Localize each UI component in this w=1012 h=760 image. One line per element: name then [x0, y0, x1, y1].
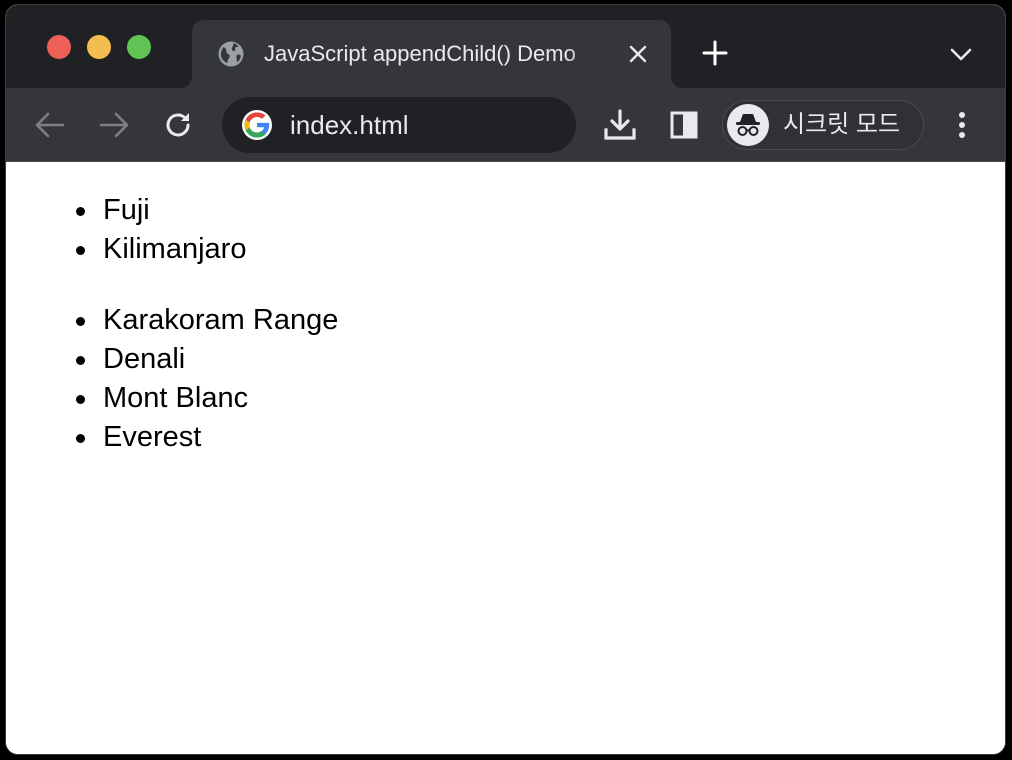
mountain-list-2: Karakoram Range Denali Mont Blanc Everes… — [6, 301, 338, 457]
list-item: Karakoram Range — [6, 301, 338, 340]
side-panel-button[interactable] — [667, 108, 701, 142]
download-button[interactable] — [603, 108, 637, 142]
incognito-label: 시크릿 모드 — [783, 111, 901, 138]
tab-title: JavaScript appendChild() Demo — [264, 41, 576, 66]
download-icon — [604, 109, 636, 140]
forward-button[interactable] — [97, 108, 131, 142]
list-item: Denali — [6, 340, 338, 379]
list-item: Mont Blanc — [6, 379, 338, 418]
window-close-button[interactable] — [47, 35, 71, 59]
list-item: Kilimanjaro — [6, 230, 246, 269]
address-bar[interactable]: index.html — [222, 97, 576, 153]
tab-active[interactable]: JavaScript appendChild() Demo — [180, 20, 683, 88]
arrow-left-icon — [35, 112, 65, 138]
menu-button[interactable] — [945, 108, 979, 142]
list-item: Fuji — [6, 191, 246, 230]
window-maximize-button[interactable] — [127, 35, 151, 59]
incognito-icon — [727, 104, 769, 146]
browser-window: JavaScript appendChild() Demo index.html… — [6, 5, 1005, 754]
close-icon — [629, 45, 647, 63]
tab-strip: JavaScript appendChild() Demo — [6, 5, 1005, 88]
incognito-button[interactable]: 시크릿 모드 — [722, 100, 924, 150]
plus-icon — [702, 40, 728, 66]
google-icon — [242, 110, 272, 140]
mountain-list-1: Fuji Kilimanjaro — [6, 191, 246, 269]
side-panel-icon — [670, 111, 698, 139]
tab-close-button[interactable] — [624, 40, 652, 68]
toolbar: index.html 시크릿 모드 — [6, 88, 1005, 162]
tab-search-button[interactable] — [947, 41, 975, 69]
window-minimize-button[interactable] — [87, 35, 111, 59]
arrow-right-icon — [99, 112, 129, 138]
page-content: Fuji Kilimanjaro Karakoram Range Denali … — [6, 162, 1005, 754]
chevron-down-icon — [950, 48, 972, 61]
more-vert-icon — [959, 112, 965, 138]
back-button[interactable] — [33, 108, 67, 142]
url-text: index.html — [290, 110, 409, 140]
reload-button[interactable] — [161, 108, 195, 142]
globe-icon — [216, 39, 246, 69]
list-item: Everest — [6, 418, 338, 457]
reload-icon — [166, 113, 190, 137]
new-tab-button[interactable] — [700, 38, 730, 68]
